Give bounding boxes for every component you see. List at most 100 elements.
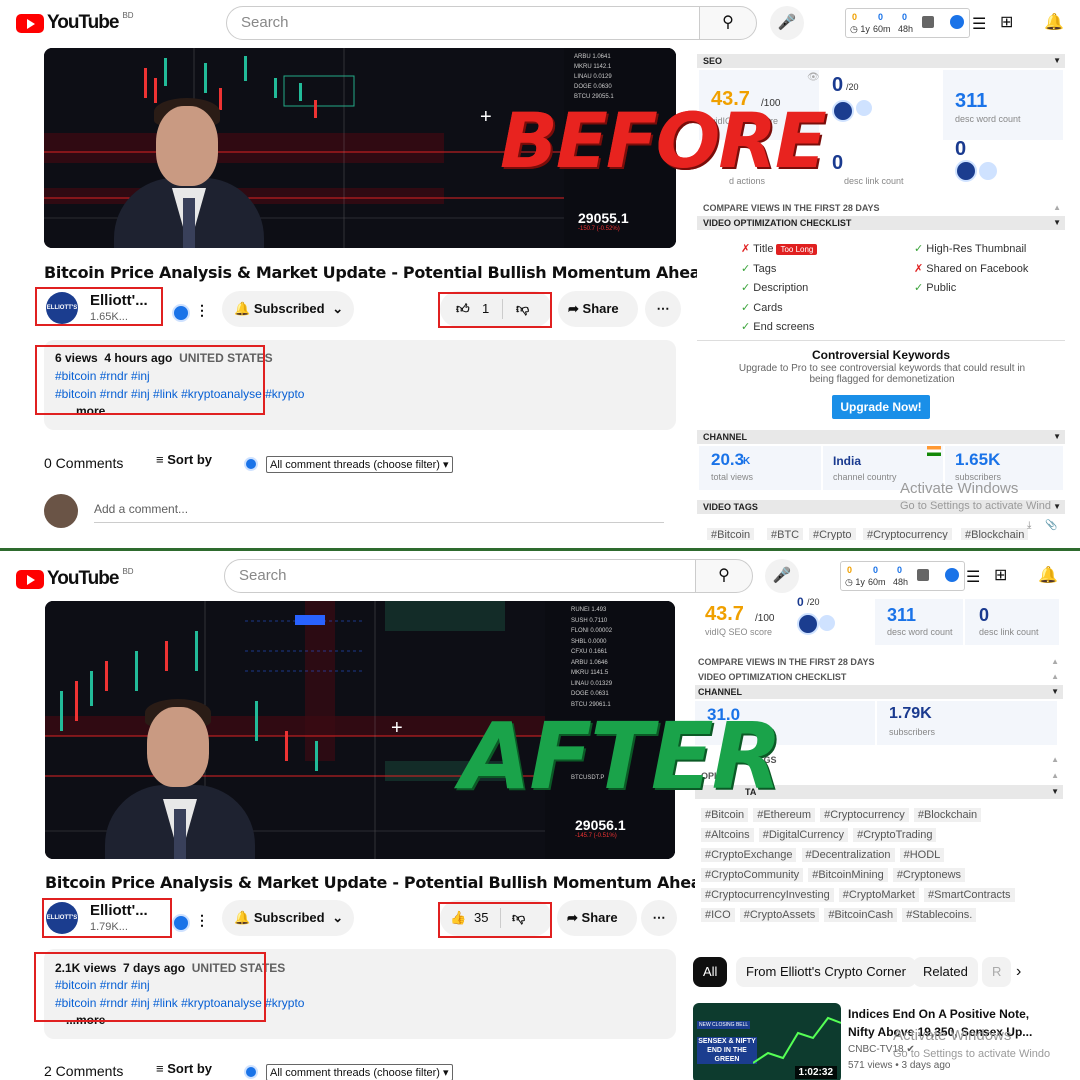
tags-row: #Altcoins #DigitalCurrency #CryptoTradin… (701, 828, 1057, 849)
tag-chip[interactable]: #DigitalCurrency (758, 828, 849, 842)
channel-header[interactable]: CHANNEL ▼ (697, 430, 1065, 444)
tag-chip[interactable]: #Altcoins (701, 828, 754, 842)
more-actions-button[interactable]: ⋯ (645, 291, 681, 327)
tag-chip[interactable]: #Cryptocurrency (863, 528, 952, 540)
tag-chip[interactable]: #BitcoinCash (824, 908, 898, 922)
tag-chip[interactable]: #Decentralization (801, 848, 895, 862)
tag-chip[interactable]: #HODL (899, 848, 945, 862)
tag-chip[interactable]: #Blockchain (961, 528, 1029, 540)
sort-by-button[interactable]: ≡ Sort by (156, 1061, 212, 1076)
tag-chip[interactable]: #Stablecoins. (902, 908, 977, 922)
upgrade-now-button[interactable]: Upgrade Now! (832, 395, 930, 419)
crosshair-icon: + (391, 717, 403, 739)
mic-icon: 🎤 (772, 567, 792, 584)
add-comment-input[interactable]: Add a comment... (94, 502, 188, 516)
vidiq-icon[interactable] (172, 914, 190, 932)
tag-chip[interactable]: #Bitcoin (701, 808, 749, 822)
tags-row: #Bitcoin #Ethereum #Cryptocurrency #Bloc… (701, 808, 1057, 829)
tags-row: #CryptoCommunity #BitcoinMining #Crypton… (701, 868, 1057, 889)
link-icon (856, 100, 872, 116)
checklist-item-facebook: ✗ Shared on Facebook (914, 263, 1029, 275)
share-button[interactable]: ➦ Share (557, 900, 637, 936)
more-horiz-icon: ⋯ (656, 301, 670, 316)
tag-chip[interactable]: #Crypto (809, 528, 856, 540)
subscribed-button[interactable]: 🔔 Subscribed ⌄ (222, 291, 354, 327)
compare-views-header[interactable]: COMPARE VIEWS IN THE FIRST 28 DAYS ▲ (697, 201, 1065, 215)
create-icon[interactable]: ⊞ (994, 565, 1007, 585)
tag-chip[interactable]: #Cryptocurrency (820, 808, 909, 822)
search-button[interactable]: ⚲ (699, 6, 757, 40)
vidiq-stats-widget[interactable]: 0 ◷ 1y 0 60m 0 48h (840, 561, 965, 591)
chart-icon[interactable] (922, 16, 934, 28)
bell-icon[interactable]: 🔔 (1044, 12, 1064, 32)
share-label: Share (581, 910, 618, 925)
checklist-header[interactable]: VIDEO OPTIMIZATION CHECKLIST ▼ (697, 216, 1065, 230)
vidiq-icon[interactable] (945, 568, 959, 582)
vidiq-icon[interactable] (950, 15, 964, 29)
tag-chip[interactable]: #Blockchain (913, 808, 982, 822)
tag-chip[interactable]: #SmartContracts (924, 888, 1015, 902)
more-vert-icon[interactable]: ⋮ (195, 912, 209, 929)
sort-by-button[interactable]: ≡ Sort by (156, 452, 212, 467)
chart-icon[interactable] (917, 569, 929, 581)
menu-icon[interactable]: ☰ (966, 567, 980, 587)
tag-chip[interactable]: #BitcoinMining (808, 868, 888, 882)
checklist-item-thumbnail: ✓ High-Res Thumbnail (914, 243, 1027, 255)
search-input[interactable]: Search (224, 559, 696, 593)
channel-header[interactable]: CHANNEL ▼ (695, 685, 1063, 699)
tag-chip[interactable]: #CryptoAssets (739, 908, 820, 922)
tag-chip[interactable]: #CryptoTrading (853, 828, 937, 842)
compare-views-header[interactable]: COMPARE VIEWS IN THE FIRST 28 DAYS ▲ (695, 655, 1063, 669)
recommendation-thumbnail[interactable]: NEW CLOSING BELL SENSEX & NIFTY END IN T… (693, 1003, 841, 1080)
checklist-header[interactable]: VIDEO OPTIMIZATION CHECKLIST ▲ (695, 670, 1063, 684)
stat-1y-label: ◷ 1y (850, 24, 870, 34)
more-vert-icon[interactable]: ⋮ (195, 302, 209, 319)
mic-button[interactable]: 🎤 (770, 6, 804, 40)
comment-filter-select[interactable]: All comment threads (choose filter) ▾ (266, 456, 453, 473)
tag-chip[interactable]: #BTC (767, 528, 804, 540)
tag-chip[interactable]: #Cryptonews (892, 868, 966, 882)
chip-from-channel[interactable]: From Elliott's Crypto Corner (736, 957, 916, 987)
comment-filter-select[interactable]: All comment threads (choose filter) ▾ (266, 1064, 453, 1080)
thumb-caption: SENSEX & NIFTY END IN THE GREEN (697, 1037, 757, 1064)
tag-chip[interactable]: #CryptoExchange (701, 848, 797, 862)
vidiq-stats-widget[interactable]: 0 ◷ 1y 0 60m 0 48h (845, 8, 970, 38)
youtube-logo[interactable]: YouTube BD (16, 567, 134, 590)
tag-chip[interactable]: #Ethereum (753, 808, 816, 822)
youtube-logo[interactable]: YouTube BD (16, 10, 134, 34)
price-change: -150.7 (-0.52%) (578, 226, 620, 232)
chip-all[interactable]: All (693, 957, 728, 987)
vidiq-icon[interactable] (172, 304, 190, 322)
tag-chip[interactable]: #CryptocurrencyInvesting (701, 888, 834, 902)
chip-related[interactable]: Related (913, 957, 978, 987)
subscribed-button[interactable]: 🔔 Subscribed ⌄ (222, 900, 354, 936)
mic-icon: 🎤 (777, 14, 797, 31)
search-input[interactable]: Search (226, 6, 700, 40)
download-icon[interactable]: ⤓ (1027, 520, 1031, 531)
search-icon: ⚲ (718, 567, 730, 584)
subscribed-label: Subscribed (253, 910, 325, 925)
seo-header[interactable]: SEO ▼ (697, 54, 1065, 68)
checklist-item-description: ✓ Description (741, 282, 809, 294)
chip-partial[interactable]: R (982, 957, 1012, 987)
eye-icon[interactable]: 👁 (807, 72, 820, 83)
mic-button[interactable]: 🎤 (765, 559, 799, 593)
menu-icon[interactable]: ☰ (972, 14, 986, 34)
bell-icon[interactable]: 🔔 (1038, 565, 1058, 585)
more-actions-button[interactable]: ⋯ (641, 900, 677, 936)
create-icon[interactable]: ⊞ (1000, 12, 1013, 32)
country-code: BD (122, 10, 134, 20)
masthead: YouTube BD Search ⚲ 🎤 0 ◷ 1y 0 60m 0 48h… (0, 0, 1080, 46)
search-button[interactable]: ⚲ (695, 559, 753, 593)
tag-chip[interactable]: #CryptoCommunity (701, 868, 804, 882)
add-comment-row[interactable]: Add a comment... (44, 494, 664, 530)
stat-48h-label: 48h (898, 24, 914, 34)
tag-chip[interactable]: #ICO (701, 908, 735, 922)
attach-icon[interactable]: 📎 (1045, 520, 1057, 531)
chevron-right-icon[interactable]: › (1016, 963, 1021, 981)
tag-chip[interactable]: #CryptoMarket (838, 888, 919, 902)
search-icon: ⚲ (722, 14, 734, 31)
tag-chip[interactable]: #Bitcoin (707, 528, 755, 540)
share-button[interactable]: ➦ Share (558, 291, 638, 327)
channel-avatar-icon (832, 100, 854, 122)
